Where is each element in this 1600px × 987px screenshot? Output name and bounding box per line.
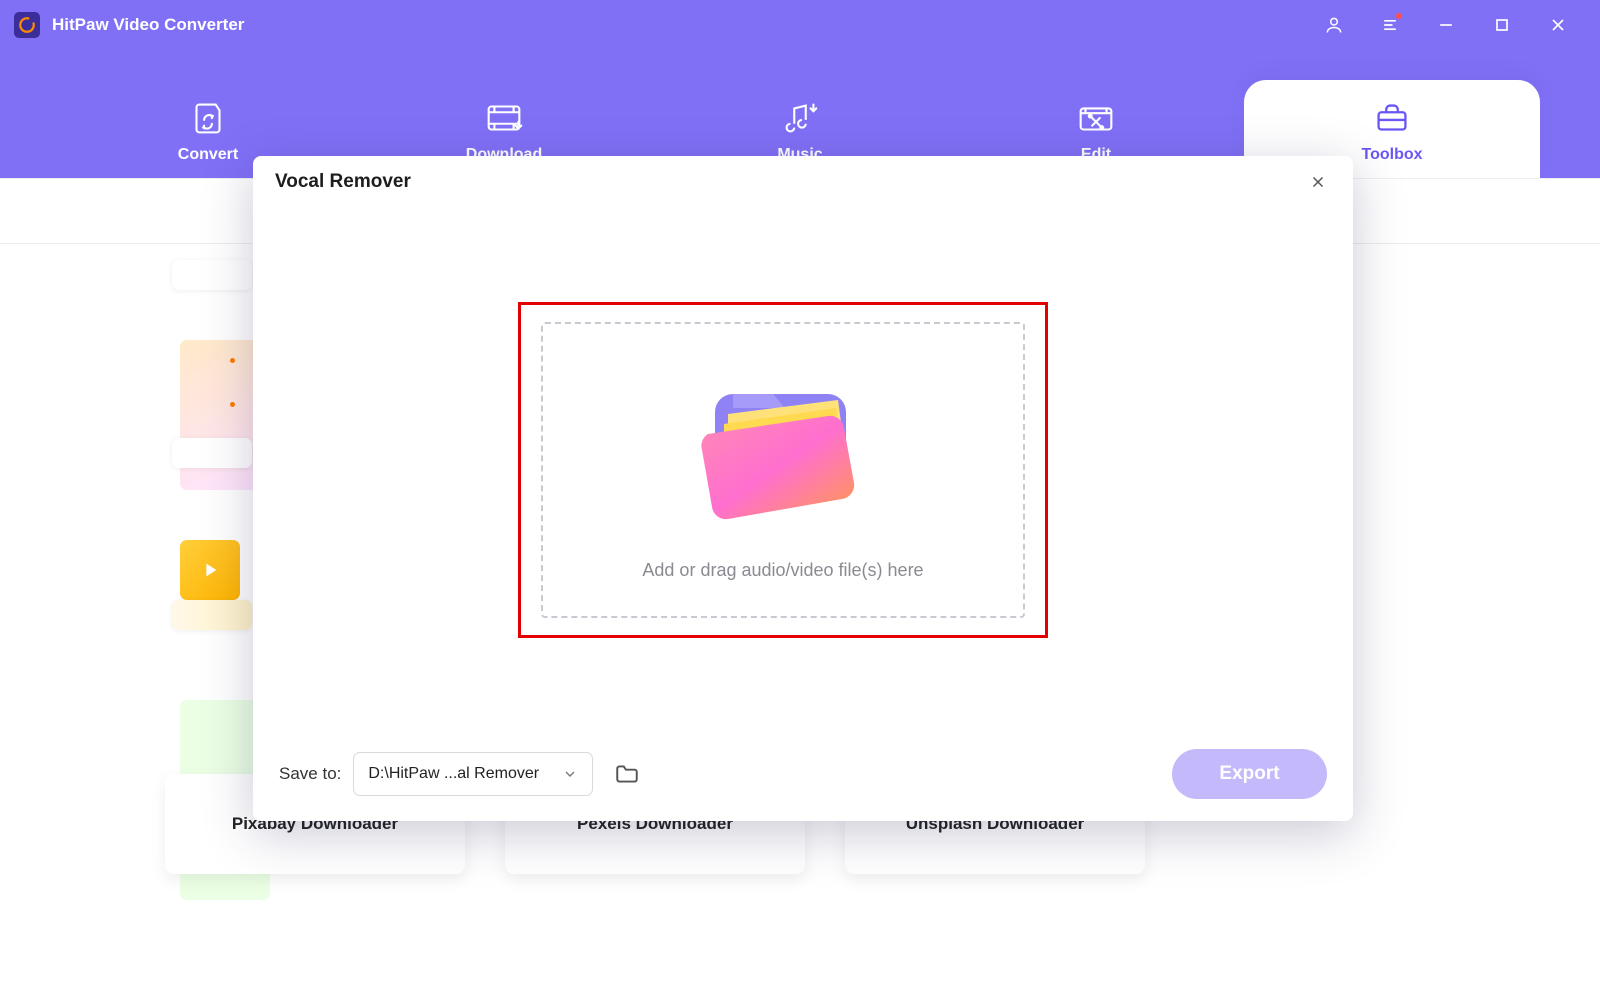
chevron-down-icon	[562, 766, 578, 782]
titlebar: HitPaw Video Converter	[0, 0, 1600, 50]
drop-highlight-frame: Add or drag audio/video file(s) here	[518, 302, 1048, 638]
maximize-button[interactable]	[1488, 11, 1516, 39]
minimize-button[interactable]	[1432, 11, 1460, 39]
export-label: Export	[1219, 763, 1279, 785]
close-button[interactable]	[1544, 11, 1572, 39]
save-to-label: Save to:	[279, 764, 341, 784]
play-icon	[180, 540, 240, 600]
save-path-select[interactable]: D:\HitPaw ...al Remover	[353, 752, 593, 796]
folder-icon	[678, 364, 888, 534]
tab-label: Toolbox	[1361, 146, 1422, 164]
bg-card	[172, 438, 252, 468]
folder-icon	[614, 761, 640, 787]
bg-card	[172, 260, 252, 290]
file-drop-zone[interactable]: Add or drag audio/video file(s) here	[541, 322, 1025, 618]
modal-close-button[interactable]	[1305, 169, 1331, 195]
export-button[interactable]: Export	[1172, 749, 1327, 799]
app-logo	[14, 12, 40, 38]
modal-footer: Save to: D:\HitPaw ...al Remover Export	[253, 726, 1353, 821]
vocal-remover-modal: Vocal Remover	[253, 156, 1353, 821]
modal-header: Vocal Remover	[253, 156, 1353, 208]
app-header: HitPaw Video Converter	[0, 0, 1600, 178]
notification-dot-icon	[1396, 13, 1402, 19]
app-title: HitPaw Video Converter	[52, 15, 244, 35]
tab-label: Convert	[178, 146, 238, 164]
titlebar-controls	[1320, 11, 1590, 39]
open-folder-button[interactable]	[607, 754, 647, 794]
menu-icon[interactable]	[1376, 11, 1404, 39]
modal-title: Vocal Remover	[275, 171, 411, 193]
account-icon[interactable]	[1320, 11, 1348, 39]
bg-card	[172, 600, 252, 630]
save-path-value: D:\HitPaw ...al Remover	[368, 765, 539, 783]
drop-instruction: Add or drag audio/video file(s) here	[543, 560, 1023, 581]
